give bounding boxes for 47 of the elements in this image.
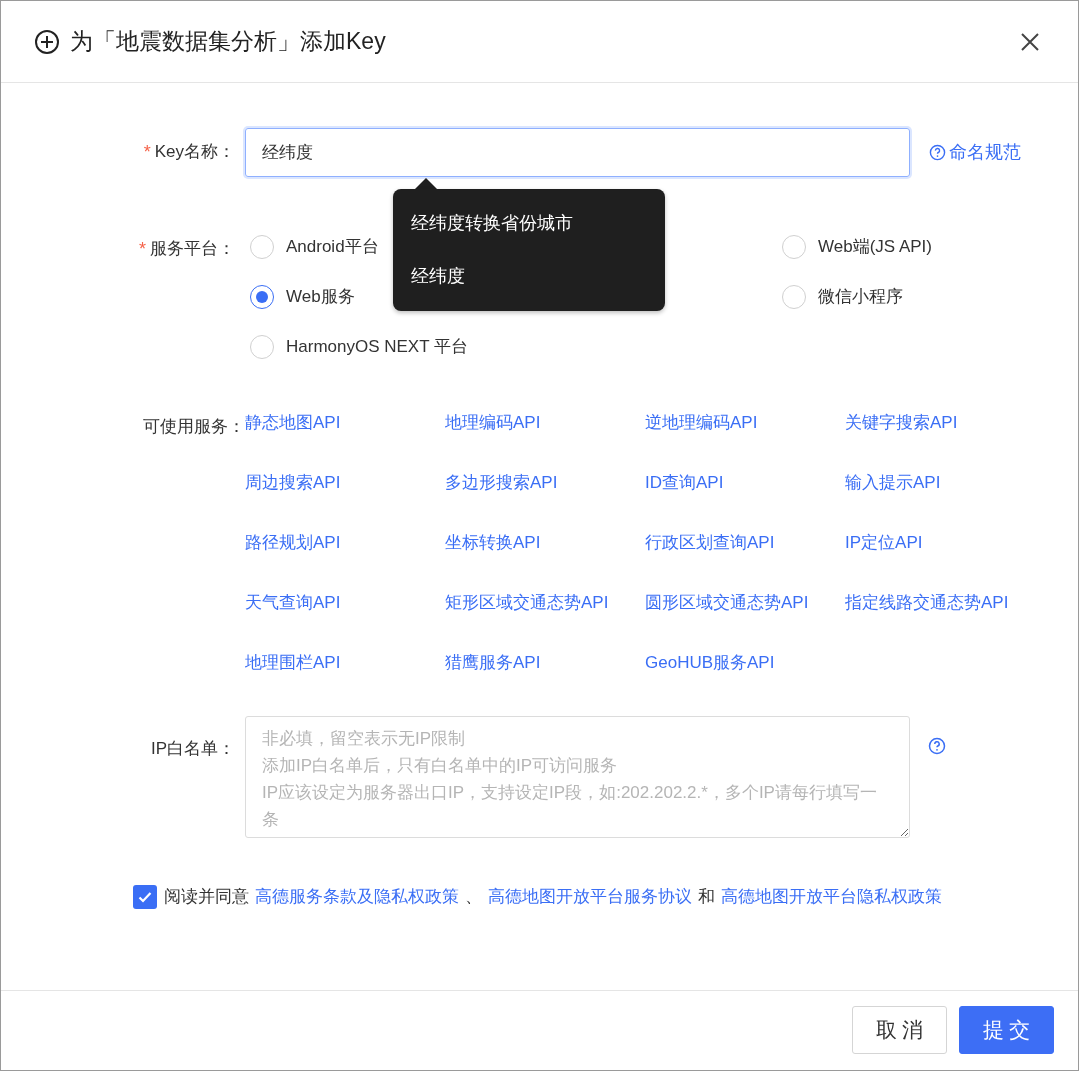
separator-text: 、 <box>465 886 482 908</box>
help-icon[interactable] <box>928 737 946 755</box>
ip-whitelist-field[interactable]: 非必填，留空表示无IP限制 添加IP白名单后，只有白名单中的IP可访问服务 IP应该设定为服务器出口IP，支持设定IP段，如:202.202.2.*，多个IP请每行填写一条 <box>245 716 910 838</box>
service-link[interactable]: 多边形搜索API <box>445 470 645 530</box>
policy-link[interactable]: 高德地图开放平台隐私权政策 <box>721 884 942 910</box>
required-mark: * <box>143 140 151 164</box>
suggestion-item[interactable]: 经纬度转换省份城市 <box>393 197 665 250</box>
field-label: 服务平台： <box>150 238 235 260</box>
required-mark: * <box>139 238 146 261</box>
field-label: Key名称： <box>154 140 235 163</box>
separator-text: 和 <box>698 886 715 908</box>
radio-option[interactable]: 微信小程序 <box>782 272 1042 322</box>
service-link[interactable]: 关键字搜索API <box>845 410 1045 470</box>
close-icon <box>1020 31 1040 52</box>
service-link[interactable]: 天气查询API <box>245 590 445 650</box>
submit-button[interactable]: 提 交 <box>959 1006 1054 1054</box>
agreement-text: 阅读并同意 <box>164 886 249 908</box>
service-link[interactable]: 猎鹰服务API <box>445 650 645 710</box>
service-link[interactable]: 周边搜索API <box>245 470 445 530</box>
cancel-button[interactable]: 取 消 <box>852 1006 947 1054</box>
service-link[interactable]: 逆地理编码API <box>645 410 845 470</box>
service-link[interactable]: 地理编码API <box>445 410 645 470</box>
help-icon <box>929 143 946 161</box>
policy-link[interactable]: 高德地图开放平台服务协议 <box>488 884 692 910</box>
service-link[interactable]: ID查询API <box>645 470 845 530</box>
field-label: 可使用服务： <box>143 416 245 438</box>
service-link[interactable]: 路径规划API <box>245 530 445 590</box>
policy-link[interactable]: 高德服务条款及隐私权政策 <box>255 884 459 910</box>
radio-option[interactable]: Web端(JS API) <box>782 222 1042 272</box>
agree-checkbox[interactable] <box>133 884 157 909</box>
service-link[interactable]: 圆形区域交通态势API <box>645 590 845 650</box>
naming-rules-link[interactable]: 命名规范 <box>929 138 1021 166</box>
add-circle-icon <box>34 28 60 55</box>
suggestion-item[interactable]: 经纬度 <box>393 250 665 303</box>
service-link[interactable]: 行政区划查询API <box>645 530 845 590</box>
dialog-title: 为「地震数据集分析」添加Key <box>70 27 387 57</box>
service-link[interactable]: 坐标转换API <box>445 530 645 590</box>
radio-option[interactable]: HarmonyOS NEXT 平台 <box>250 322 516 372</box>
service-link[interactable]: 指定线路交通态势API <box>845 590 1045 650</box>
service-link[interactable]: 输入提示API <box>845 470 1045 530</box>
field-label: IP白名单： <box>150 738 235 760</box>
service-link[interactable]: 地理围栏API <box>245 650 445 710</box>
service-link[interactable]: IP定位API <box>845 530 1045 590</box>
key-name-input[interactable]: 经纬度 <box>245 127 910 177</box>
service-link[interactable]: 矩形区域交通态势API <box>445 590 645 650</box>
service-link[interactable]: GeoHUB服务API <box>645 650 845 710</box>
service-link[interactable]: 静态地图API <box>245 410 445 470</box>
